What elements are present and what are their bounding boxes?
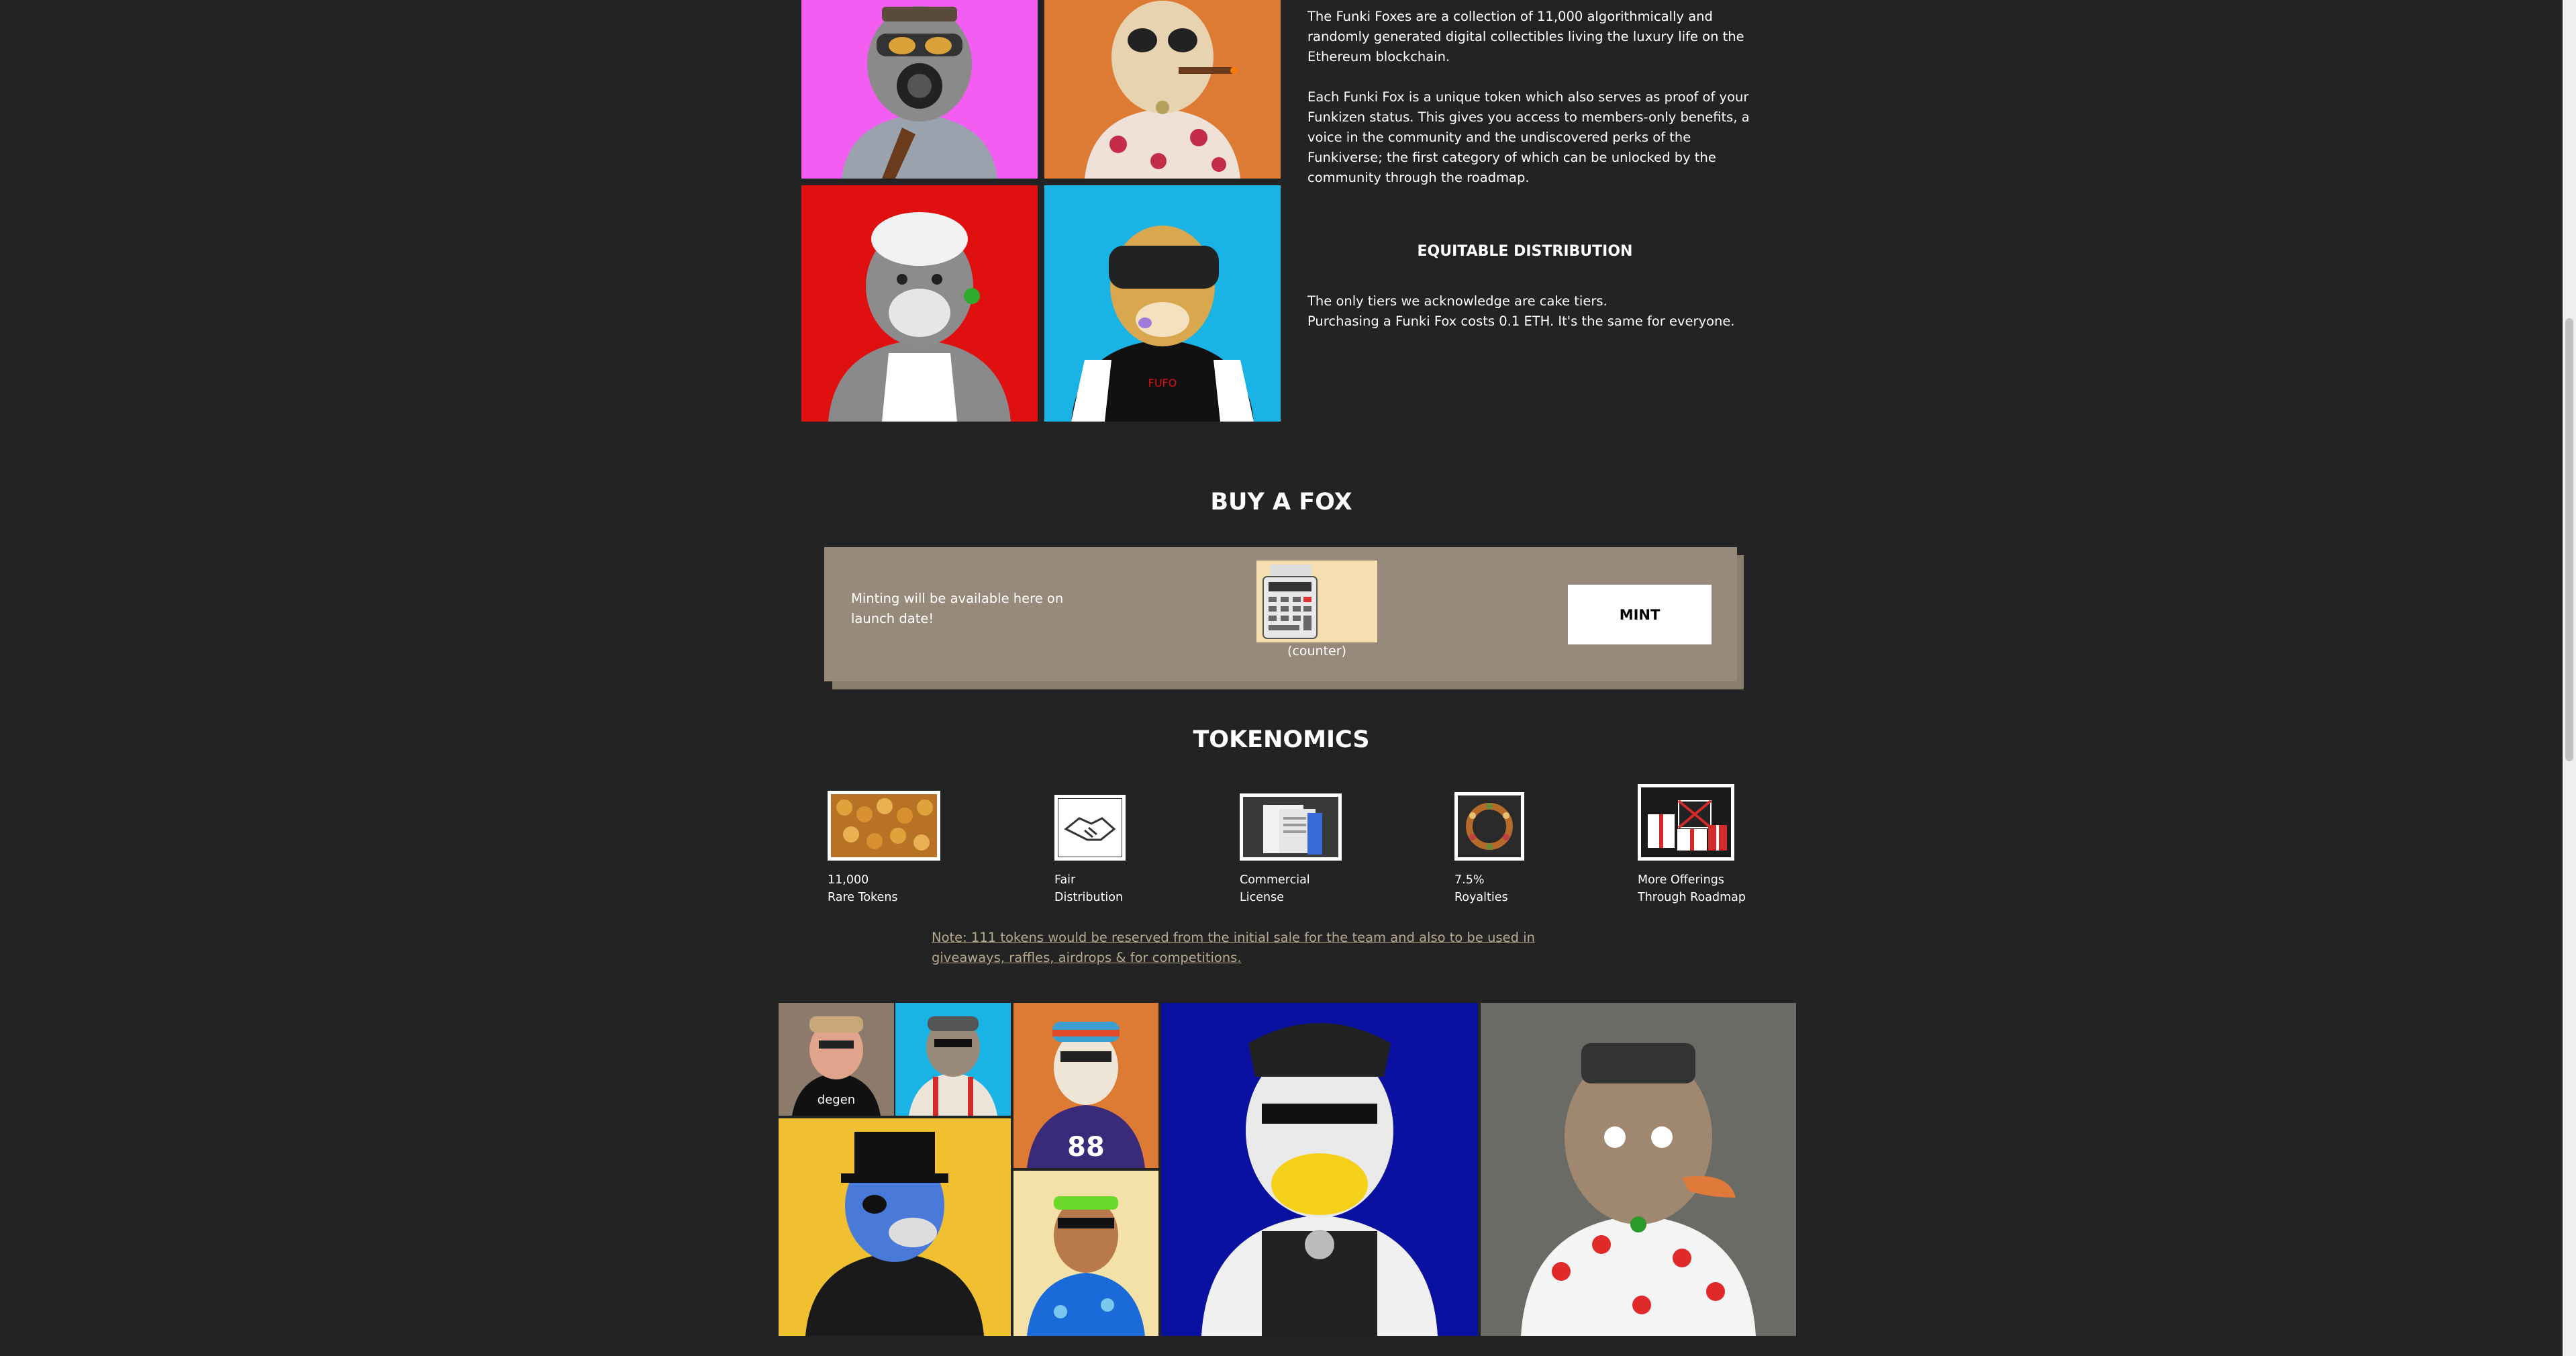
tokenomics-label-5: More Offerings Through Roadmap [1638,871,1746,906]
reserved-tokens-note-link[interactable]: Note: 111 tokens would be reserved from … [932,928,1596,968]
fox-art-hawaiian-shirt [1013,1171,1158,1336]
tokenomics-line2-5: Through Roadmap [1638,891,1746,904]
counter-label: (counter) [1287,644,1346,659]
fox-art-jersey-88: 88 [1013,1003,1158,1168]
shirt-text-fufo: FUFO [1148,377,1177,389]
calculator-image [1256,561,1377,642]
tokenomics-title: TOKENOMICS [1193,726,1370,753]
fox-art-cigar-floral [1044,0,1281,179]
tokenomics-line2-3: License [1240,891,1284,904]
tokenomics-label-3: Commercial License [1240,871,1310,906]
distribution-line-1: The only tiers we acknowledge are cake t… [1307,293,1607,309]
tokenomics-line1-1: 11,000 [828,873,869,887]
fox-art-top-hat-pirate [779,1118,1011,1336]
mint-button[interactable]: MINT [1568,585,1712,644]
tokenomics-line2-1: Rare Tokens [828,891,898,904]
fox-art-polka-dot [1481,1003,1796,1336]
jersey-number: 88 [1067,1132,1105,1163]
tokenomics-line1-2: Fair [1054,873,1076,887]
tokenomics-line1-5: More Offerings [1638,873,1724,887]
tokenomics-line1-4: 7.5% [1454,873,1485,887]
handshake-icon [1054,795,1126,861]
tokenomics-label-1: 11,000 Rare Tokens [828,871,898,906]
fox-art-robot-gas-mask [801,0,1038,179]
page-scrollbar[interactable] [2563,0,2576,1356]
shirt-text-degen: degen [818,1093,855,1107]
fox-art-white-hat-clover [801,185,1038,422]
documents-icon [1240,793,1342,861]
buy-panel: Minting will be available here on launch… [824,547,1737,681]
fox-art-degen: degen [779,1003,894,1116]
wreath-icon [1454,792,1524,861]
tokenomics-line2-2: Distribution [1054,891,1124,904]
buy-section-title: BUY A FOX [1210,489,1352,516]
gold-coins-icon [828,791,940,861]
fox-art-overalls [1161,1003,1478,1336]
tokenomics-label-4: 7.5% Royalties [1454,871,1508,906]
fox-art-vr-headset: FUFO [1044,185,1281,422]
about-paragraph-2: Each Funki Fox is a unique token which a… [1307,89,1750,185]
distribution-line-2: Purchasing a Funki Fox costs 0.1 ETH. It… [1307,313,1735,329]
tokenomics-line2-4: Royalties [1454,891,1508,904]
tokenomics-line1-3: Commercial [1240,873,1310,887]
scrollbar-thumb[interactable] [2565,318,2573,761]
gift-boxes-icon [1638,784,1734,861]
tokenomics-label-2: Fair Distribution [1054,871,1123,906]
distribution-heading: EQUITABLE DISTRIBUTION [1417,243,1633,260]
minting-note: Minting will be available here on launch… [851,591,1064,626]
fox-art-red-suspenders [895,1003,1011,1116]
about-paragraph-1: The Funki Foxes are a collection of 11,0… [1307,9,1744,64]
